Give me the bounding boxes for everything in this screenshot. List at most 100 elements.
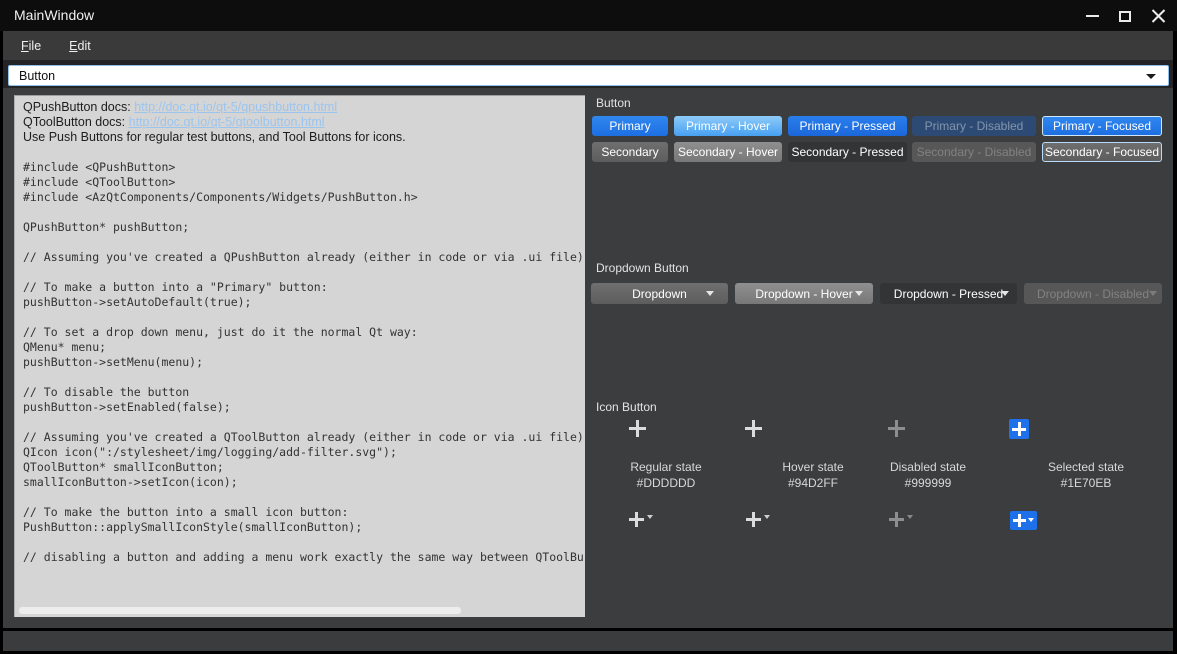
dropdown-arrow-icon [706, 291, 714, 296]
gallery-page-combobox[interactable]: Button [8, 65, 1169, 86]
close-icon [1151, 9, 1166, 24]
plus-icon [1012, 422, 1026, 436]
icon-state-hex: #999999 [905, 476, 952, 490]
docs-code-line: // To make a button into a "Primary" but… [23, 280, 583, 295]
caret-down-icon [1028, 518, 1034, 522]
icon-state-hex: #1E70EB [1061, 476, 1112, 490]
main-window: MainWindow File Edit Button QPushButton d… [0, 0, 1177, 654]
button-secondary-focused[interactable]: Secondary - Focused [1042, 142, 1162, 162]
docs-code-line [23, 370, 583, 385]
icon-menu-button-regular[interactable] [629, 512, 653, 528]
combobox-value: Button [19, 69, 55, 83]
button-secondary[interactable]: Secondary [592, 142, 668, 162]
dropdown-button-secondary[interactable]: Dropdown [591, 283, 728, 304]
icon-state-label: Hover state [782, 460, 843, 474]
caret-down-icon [907, 515, 913, 519]
dropdown-button-secondary-disabled[interactable]: Dropdown - Disabled [1024, 283, 1162, 304]
button-secondary-pressed[interactable]: Secondary - Pressed [788, 142, 907, 162]
docs-code-line: QPushButton* pushButton; [23, 220, 583, 235]
combobox-arrow-icon [1146, 74, 1156, 79]
docs-code-line: QToolButton* smallIconButton; [23, 460, 583, 475]
docs-code-line: // disabling a button and adding a menu … [23, 550, 583, 565]
caret-down-icon [647, 515, 653, 519]
section-title-button: Button [596, 96, 631, 110]
button-secondary-hover[interactable]: Secondary - Hover [674, 142, 782, 162]
section-title-icon-button: Icon Button [596, 400, 657, 414]
button-primary-focused[interactable]: Primary - Focused [1042, 116, 1162, 136]
hscrollbar-thumb[interactable] [19, 607, 461, 614]
docs-code-line: // To disable the button [23, 385, 583, 400]
icon-menu-button-hover[interactable] [746, 512, 770, 528]
docs-code-line [23, 415, 583, 430]
title-bar: MainWindow [0, 0, 1177, 31]
plus-icon [745, 420, 762, 437]
doc-link[interactable]: http://doc.qt.io/qt-5/qpushbutton.html [134, 100, 337, 114]
docs-code-line: #include <QPushButton> [23, 160, 583, 175]
docs-code-line [23, 535, 583, 550]
dropdown-arrow-icon [1001, 291, 1009, 296]
icon-menu-button-selected[interactable] [1010, 511, 1037, 530]
docs-code-line: #include <QToolButton> [23, 175, 583, 190]
docs-code-line [23, 310, 583, 325]
icon-state-label: Selected state [1048, 460, 1124, 474]
button-primary-pressed[interactable]: Primary - Pressed [788, 116, 907, 136]
plus-icon [1013, 514, 1026, 527]
docs-intro-line: QPushButton docs: http://doc.qt.io/qt-5/… [23, 100, 583, 115]
icon-state-label: Regular state [630, 460, 701, 474]
menu-edit[interactable]: Edit [59, 35, 101, 57]
docs-code-line: // To set a drop down menu, just do it t… [23, 325, 583, 340]
status-bar [3, 631, 1173, 651]
icon-menu-button-disabled[interactable] [889, 512, 913, 528]
button-primary-hover[interactable]: Primary - Hover [674, 116, 782, 136]
plus-icon [746, 512, 761, 527]
minimize-button[interactable] [1080, 6, 1104, 26]
caret-down-icon [764, 515, 770, 519]
plus-icon [889, 512, 904, 527]
docs-code-line: // To make the button into a small icon … [23, 505, 583, 520]
close-button[interactable] [1146, 6, 1170, 26]
dropdown-arrow-icon [855, 291, 863, 296]
dropdown-button-label: Dropdown [632, 287, 687, 301]
docs-code-line: smallIconButton->setIcon(icon); [23, 475, 583, 490]
docs-code-line [23, 205, 583, 220]
toolbar: Button [3, 60, 1173, 88]
plus-icon [629, 512, 644, 527]
button-primary[interactable]: Primary [592, 116, 668, 136]
dropdown-arrow-icon [1149, 291, 1157, 296]
button-secondary-disabled[interactable]: Secondary - Disabled [912, 142, 1036, 162]
docs-code-line [23, 235, 583, 250]
docs-code-line [23, 265, 583, 280]
icon-button-disabled[interactable] [888, 420, 906, 438]
button-primary-disabled[interactable]: Primary - Disabled [912, 116, 1036, 136]
window-title: MainWindow [14, 7, 94, 23]
icon-button-hover[interactable] [745, 420, 763, 438]
dropdown-button-label: Dropdown - Disabled [1037, 287, 1149, 301]
minimize-icon [1086, 15, 1099, 17]
dropdown-button-secondary-hover[interactable]: Dropdown - Hover [735, 283, 873, 304]
docs-code-line: // Assuming you've created a QToolButton… [23, 430, 583, 445]
docs-text-area[interactable]: QPushButton docs: http://doc.qt.io/qt-5/… [14, 95, 585, 617]
docs-code-line: QMenu* menu; [23, 340, 583, 355]
docs-code-line: pushButton->setAutoDefault(true); [23, 295, 583, 310]
docs-code-line: #include <AzQtComponents/Components/Widg… [23, 190, 583, 205]
plus-icon [629, 420, 646, 437]
docs-code-line: PushButton::applySmallIconStyle(smallIco… [23, 520, 583, 535]
menu-bar: File Edit [3, 31, 1173, 60]
dropdown-button-label: Dropdown - Pressed [894, 287, 1003, 301]
maximize-button[interactable] [1113, 6, 1137, 26]
docs-intro-line: QToolButton docs: http://doc.qt.io/qt-5/… [23, 115, 583, 130]
docs-code-line: // Assuming you've created a QPushButton… [23, 250, 583, 265]
dropdown-button-secondary-pressed[interactable]: Dropdown - Pressed [880, 283, 1017, 304]
icon-button-selected[interactable] [1009, 419, 1029, 439]
docs-code-line: pushButton->setEnabled(false); [23, 400, 583, 415]
icon-state-hex: #94D2FF [788, 476, 838, 490]
icon-state-label: Disabled state [890, 460, 966, 474]
doc-link[interactable]: http://doc.qt.io/qt-5/qtoolbutton.html [129, 115, 325, 129]
docs-intro-line: Use Push Buttons for regular test button… [23, 130, 583, 145]
icon-state-hex: #DDDDDD [637, 476, 696, 490]
docs-text: QPushButton docs: http://doc.qt.io/qt-5/… [23, 100, 583, 565]
menu-file[interactable]: File [11, 35, 51, 57]
docs-code-line: QIcon icon(":/stylesheet/img/logging/add… [23, 445, 583, 460]
maximize-icon [1119, 11, 1131, 22]
icon-button-regular[interactable] [629, 420, 647, 438]
